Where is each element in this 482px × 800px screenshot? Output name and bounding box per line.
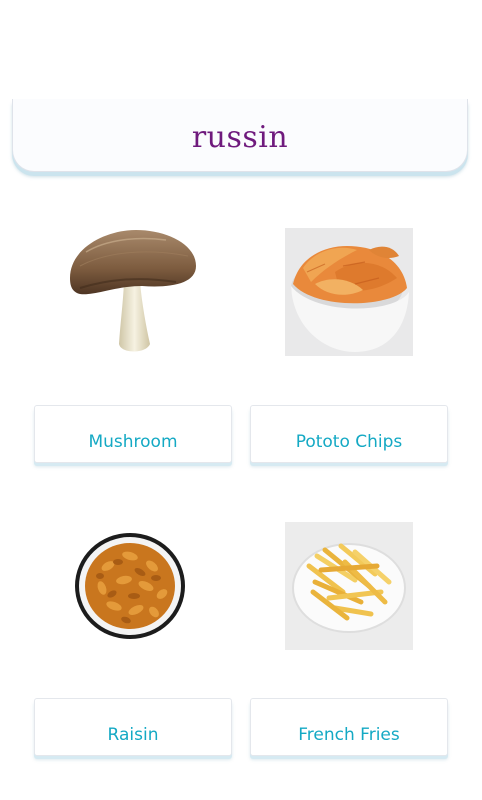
question-word-card: russin [12,99,468,172]
option-button-mushroom[interactable]: Mushroom [34,405,232,463]
raisin-bowl-image[interactable] [74,532,186,640]
french-fries-image[interactable] [285,522,413,650]
option-label: Pototo Chips [295,432,403,452]
option-button-french-fries[interactable]: French Fries [250,698,448,756]
option-label: Mushroom [88,432,178,452]
option-label: Raisin [107,725,159,745]
option-button-potato-chips[interactable]: Pototo Chips [250,405,448,463]
option-button-raisin[interactable]: Raisin [34,698,232,756]
option-label: French Fries [298,725,400,745]
potato-chips-image[interactable] [285,228,413,356]
question-word: russin [191,119,289,155]
mushroom-image[interactable] [66,226,198,358]
